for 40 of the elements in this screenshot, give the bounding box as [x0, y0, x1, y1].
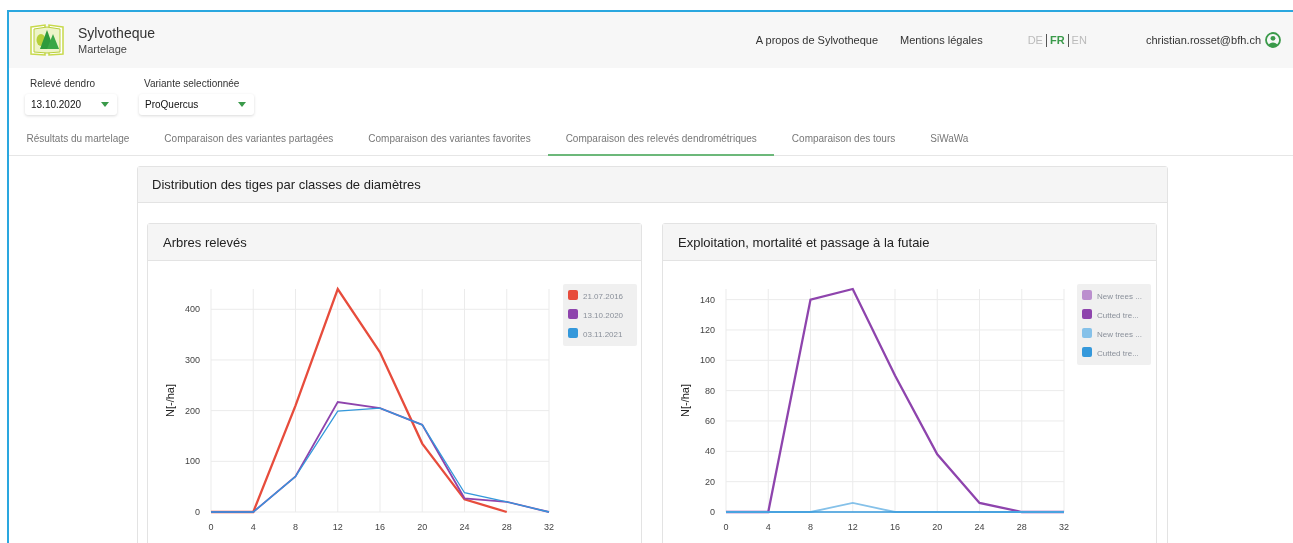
- axis-tick-label: 120: [699, 324, 715, 335]
- axis-tick-label: 32: [1059, 522, 1069, 532]
- axis-tick-label: 28: [1016, 522, 1027, 532]
- axis-tick-label: 0: [723, 522, 729, 532]
- axis-tick-label: 12: [332, 522, 343, 532]
- axis-tick-label: 4: [250, 522, 256, 532]
- axis-tick-label: 8: [293, 522, 298, 532]
- axis-tick-label: 100: [699, 355, 715, 366]
- axis-title: N[-/ha]: [679, 384, 691, 417]
- axis-tick-label: 16: [375, 522, 385, 532]
- axis-tick-label: 4: [765, 522, 771, 532]
- axis-tick-label: 0: [208, 522, 214, 532]
- field-label: Relevé dendro: [30, 78, 97, 89]
- card-title: Exploitation, mortalité et passage à la futaie: [663, 224, 1156, 261]
- axis-tick-label: 300: [184, 354, 200, 365]
- axis-tick-label: 8: [808, 522, 813, 532]
- axis-tick-label: 140: [699, 294, 715, 305]
- axis-tick-label: 20: [932, 522, 943, 532]
- axis-tick-label: 80: [705, 385, 715, 396]
- axis-title: N[-/ha]: [164, 384, 176, 417]
- axis-tick-label: 100: [184, 456, 200, 467]
- axis-tick-label: 16: [890, 522, 900, 532]
- app-title: Sylvotheque: [78, 25, 156, 41]
- field-label: Variante selectionnée: [144, 78, 241, 89]
- axis-tick-label: 60: [705, 416, 715, 426]
- axis-tick-label: 0: [195, 507, 200, 517]
- section-title: Distribution des tiges par classes de diamètres: [138, 167, 1167, 203]
- axis-tick-label: 0: [710, 507, 715, 517]
- axis-tick-label: 32: [544, 522, 554, 532]
- axis-tick-label: 12: [847, 522, 858, 532]
- axis-tick-label: 20: [417, 522, 428, 532]
- axis-tick-label: 400: [184, 304, 200, 315]
- axis-tick-label: 24: [974, 522, 985, 532]
- axis-tick-label: 28: [501, 522, 512, 532]
- axis-tick-label: 40: [705, 446, 715, 457]
- axis-tick-label: 20: [705, 476, 715, 487]
- axis-tick-label: 24: [459, 522, 470, 532]
- card-title: Arbres relevés: [148, 224, 641, 261]
- app-subtitle: Martelage: [78, 43, 128, 55]
- axis-tick-label: 200: [184, 405, 200, 416]
